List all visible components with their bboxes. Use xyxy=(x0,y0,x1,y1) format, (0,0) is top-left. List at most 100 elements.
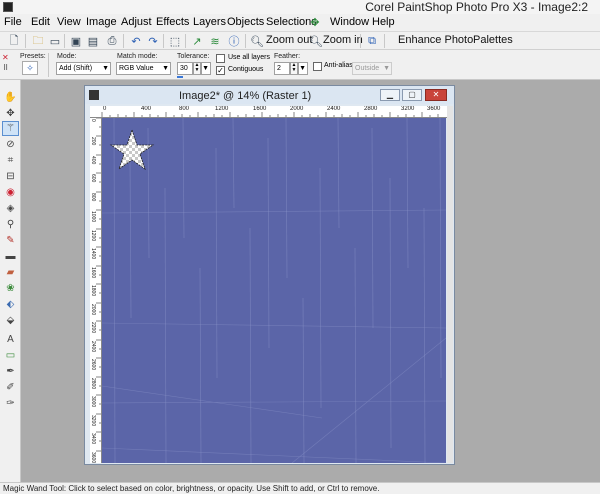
magic-wand-tool-icon[interactable]: ⚚ xyxy=(2,121,19,136)
pen-tool-icon[interactable]: ✒ xyxy=(2,364,19,379)
move-tool-icon[interactable]: ✥ xyxy=(2,106,19,121)
redo-icon[interactable]: ↷ xyxy=(145,33,161,49)
menu-layers[interactable]: Layers xyxy=(193,16,226,28)
dropper-tool-icon[interactable]: ⊘ xyxy=(2,137,19,152)
picture-tube-icon[interactable]: ❀ xyxy=(2,281,19,296)
ruler-label: 2400 xyxy=(90,341,96,353)
flood-fill-icon[interactable]: ⬙ xyxy=(2,313,19,328)
ruler-label: 400 xyxy=(90,156,96,165)
anti-alias-checkbox[interactable] xyxy=(313,62,322,71)
toolbar-separator xyxy=(245,34,246,48)
learning-center-icon[interactable]: ↗ xyxy=(189,33,205,49)
ruler-label: 2600 xyxy=(90,359,96,371)
ruler-label: 1200 xyxy=(90,230,96,242)
ruler-label: 0 xyxy=(103,106,107,112)
gradient-icon[interactable]: ▬ xyxy=(2,249,19,264)
one-step-fix-icon[interactable]: ≋ xyxy=(207,33,223,49)
ruler-label: 2200 xyxy=(90,322,96,334)
clone-brush-icon[interactable]: ⚲ xyxy=(2,217,19,232)
match-mode-select[interactable]: RGB Value ▼ xyxy=(116,62,171,75)
resize-icon[interactable]: ⬚ xyxy=(167,33,183,49)
image-canvas[interactable] xyxy=(102,118,446,463)
tolerance-slider[interactable] xyxy=(177,76,183,78)
zoom-out-button[interactable]: Zoom out xyxy=(266,34,312,46)
paint-brush-icon[interactable]: ✎ xyxy=(2,233,19,248)
preset-shape-icon[interactable]: ▭ xyxy=(2,348,19,363)
crop-tool-icon[interactable]: ⌗ xyxy=(2,153,19,168)
menu-image[interactable]: Image xyxy=(86,16,117,28)
options-separator xyxy=(48,53,49,77)
move-arrows-icon[interactable]: ✥ xyxy=(309,17,321,29)
image-window[interactable]: Image2* @ 14% (Raster 1) ▁ ▢ ✕ 0 400 800… xyxy=(84,85,455,465)
ruler-label: 1800 xyxy=(90,285,96,297)
tolerance-input[interactable]: 30 xyxy=(177,62,193,75)
toolbar-separator xyxy=(123,34,124,48)
warp-brush-icon[interactable]: ✐ xyxy=(2,380,19,395)
maximize-button[interactable]: ▢ xyxy=(402,89,422,101)
standard-toolbar: 🗋 🗀 ▭ ▣ ▤ ⎙ ↶ ↷ ⬚ ↗ ≋ ⓘ 🔍︎ Zoom out 🔍︎ Z… xyxy=(0,32,600,50)
image-window-titlebar[interactable]: Image2* @ 14% (Raster 1) ▁ ▢ ✕ xyxy=(85,86,454,104)
fit-window-icon[interactable]: ⧉ xyxy=(364,33,380,49)
magic-wand-preset-icon[interactable]: ✧ xyxy=(22,61,38,75)
ruler-label: 200 xyxy=(90,137,96,146)
zoom-in-icon[interactable]: 🔍︎ xyxy=(308,33,324,49)
makeover-tool-icon[interactable]: ◈ xyxy=(2,201,19,216)
feather-dropdown[interactable]: ▼ xyxy=(298,62,308,75)
palette-grip-icon[interactable]: ⠿ xyxy=(3,64,8,72)
toolbar-separator xyxy=(163,34,164,48)
new-file-icon[interactable]: 🗋 xyxy=(6,33,22,49)
eraser-icon[interactable]: ▰ xyxy=(2,265,19,280)
print-icon[interactable]: ⎙ xyxy=(104,33,120,49)
minimize-button[interactable]: ▁ xyxy=(380,89,400,101)
save-icon[interactable]: ▣ xyxy=(68,33,84,49)
status-bar: Magic Wand Tool: Click to select based o… xyxy=(0,482,600,494)
anti-alias-mode-select[interactable]: Outside ▼ xyxy=(352,62,392,75)
menu-view[interactable]: View xyxy=(57,16,81,28)
vertical-scrollbar[interactable] xyxy=(447,106,453,463)
close-palette-icon[interactable]: ✕ xyxy=(2,53,9,62)
color-replacer-icon[interactable]: ⬖ xyxy=(2,297,19,312)
image-window-icon xyxy=(89,90,99,100)
anti-alias-mode-value: Outside xyxy=(355,65,380,72)
text-tool-icon[interactable]: A xyxy=(2,332,19,347)
object-selection-icon[interactable]: ✑ xyxy=(2,396,19,411)
mode-select[interactable]: Add (Shift) ▼ xyxy=(56,62,111,75)
menu-help[interactable]: Help xyxy=(372,16,395,28)
app-title: Corel PaintShop Photo Pro X3 - Image2:2 xyxy=(365,0,588,14)
pan-tool-icon[interactable]: ✋ xyxy=(2,90,19,105)
ruler-label: 1000 xyxy=(90,211,96,223)
match-mode-label: Match mode: xyxy=(117,53,158,60)
info-icon[interactable]: ⓘ xyxy=(226,33,242,49)
contiguous-checkbox[interactable]: ✓ xyxy=(216,66,225,75)
tool-options-palette: ✕ ⠿ Presets: ✧ Mode: Add (Shift) ▼ Match … xyxy=(0,50,600,80)
menu-objects[interactable]: Objects xyxy=(227,16,264,28)
feather-input[interactable]: 2 xyxy=(274,62,290,75)
feather-spinner[interactable]: ▲ ▼ xyxy=(290,62,298,75)
open-folder-icon[interactable]: 🗀 xyxy=(30,33,46,49)
chevron-down-icon: ▼ xyxy=(102,65,109,72)
ruler-label: 600 xyxy=(90,174,96,183)
close-button[interactable]: ✕ xyxy=(425,89,447,101)
tolerance-dropdown[interactable]: ▼ xyxy=(201,62,211,75)
palettes-button[interactable]: Palettes xyxy=(473,34,513,46)
ruler-label: 400 xyxy=(141,106,152,112)
ruler-label: 1200 xyxy=(215,106,229,112)
menu-adjust[interactable]: Adjust xyxy=(121,16,152,28)
browse-icon[interactable]: ▭ xyxy=(47,33,63,49)
undo-icon[interactable]: ↶ xyxy=(128,33,144,49)
match-mode-value: RGB Value xyxy=(119,65,154,72)
menu-file[interactable]: File xyxy=(4,16,22,28)
tolerance-spinner[interactable]: ▲ ▼ xyxy=(193,62,201,75)
use-all-layers-checkbox[interactable] xyxy=(216,54,225,63)
menu-edit[interactable]: Edit xyxy=(31,16,50,28)
save-as-icon[interactable]: ▤ xyxy=(85,33,101,49)
enhance-photo-button[interactable]: Enhance Photo xyxy=(398,34,473,46)
ruler-label: 2800 xyxy=(90,378,96,390)
ruler-label: 1600 xyxy=(90,267,96,279)
zoom-out-icon[interactable]: 🔍︎ xyxy=(249,33,265,49)
straighten-tool-icon[interactable]: ⊟ xyxy=(2,169,19,184)
menu-effects[interactable]: Effects xyxy=(156,16,189,28)
zoom-in-button[interactable]: Zoom in xyxy=(323,34,363,46)
menu-window[interactable]: Window xyxy=(330,16,369,28)
red-eye-tool-icon[interactable]: ◉ xyxy=(2,185,19,200)
